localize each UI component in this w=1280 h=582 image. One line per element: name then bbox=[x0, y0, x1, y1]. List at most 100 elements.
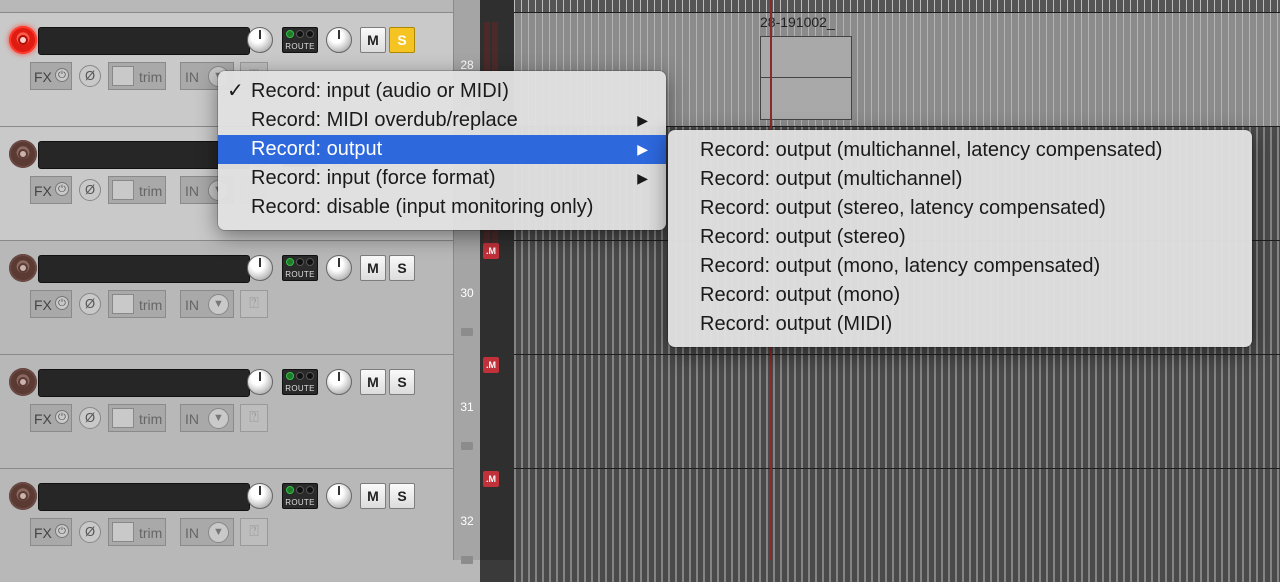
solo-button[interactable]: S bbox=[389, 369, 415, 395]
fx-button[interactable]: FX ⏻ bbox=[30, 290, 72, 318]
trim-label: trim bbox=[139, 411, 163, 427]
fx-bypass-icon[interactable]: ⏻ bbox=[55, 296, 69, 310]
record-arm-button[interactable] bbox=[9, 368, 37, 396]
envelope-icon bbox=[112, 294, 134, 314]
fx-chain-icon[interactable]: ⍰ bbox=[240, 404, 268, 432]
record-arm-button[interactable] bbox=[9, 140, 37, 168]
menu-item-record-mode[interactable]: Record: disable (input monitoring only) bbox=[218, 193, 666, 222]
phase-invert-icon[interactable]: Ø bbox=[79, 407, 101, 429]
fx-label: FX bbox=[34, 69, 52, 85]
fx-chain-icon[interactable]: ⍰ bbox=[240, 518, 268, 546]
track-name-field[interactable] bbox=[38, 483, 250, 511]
pan-knob[interactable] bbox=[326, 27, 352, 53]
track-31[interactable]: ROUTE M S FX ⏻ Øtrim IN ▼ ⍰ bbox=[0, 354, 480, 468]
folder-icon[interactable] bbox=[461, 328, 473, 336]
route-label: ROUTE bbox=[285, 42, 315, 51]
pan-knob[interactable] bbox=[326, 483, 352, 509]
pan-knob[interactable] bbox=[326, 255, 352, 281]
menu-item-record-output[interactable]: Record: output (multichannel) bbox=[668, 165, 1252, 194]
mute-button[interactable]: M bbox=[360, 255, 386, 281]
fx-bypass-icon[interactable]: ⏻ bbox=[55, 410, 69, 424]
route-button[interactable]: ROUTE bbox=[282, 483, 318, 509]
track-30[interactable]: ROUTE M S FX ⏻ Øtrim IN ▼ ⍰ bbox=[0, 240, 480, 354]
track-name-field[interactable] bbox=[38, 369, 250, 397]
fx-bypass-icon[interactable]: ⏻ bbox=[55, 524, 69, 538]
fx-bypass-icon[interactable]: ⏻ bbox=[55, 182, 69, 196]
record-arm-button[interactable] bbox=[9, 482, 37, 510]
menu-item-record-mode[interactable]: Record: output ▶ bbox=[218, 135, 666, 164]
fx-button[interactable]: FX ⏻ bbox=[30, 62, 72, 90]
media-badge: .M bbox=[483, 243, 499, 259]
track-number: 31 bbox=[460, 400, 474, 414]
fx-chain-icon[interactable]: ⍰ bbox=[240, 290, 268, 318]
fx-button[interactable]: FX ⏻ bbox=[30, 176, 72, 204]
menu-item-label: Record: output (stereo, latency compensa… bbox=[700, 197, 1106, 219]
phase-invert-icon[interactable]: Ø bbox=[79, 65, 101, 87]
menu-item-record-mode[interactable]: Record: input (force format) ▶ bbox=[218, 164, 666, 193]
route-button[interactable]: ROUTE bbox=[282, 255, 318, 281]
record-arm-button[interactable] bbox=[9, 26, 37, 54]
fx-button[interactable]: FX ⏻ bbox=[30, 404, 72, 432]
input-button[interactable]: IN ▼ bbox=[180, 518, 234, 546]
envelope-trim-button[interactable]: trim bbox=[108, 518, 166, 546]
solo-button[interactable]: S bbox=[389, 255, 415, 281]
menu-item-record-mode[interactable]: ✓ Record: input (audio or MIDI) bbox=[218, 77, 666, 106]
menu-item-record-output[interactable]: Record: output (MIDI) bbox=[668, 310, 1252, 339]
menu-item-label: Record: output (MIDI) bbox=[700, 313, 893, 335]
pan-knob[interactable] bbox=[326, 369, 352, 395]
menu-item-record-output[interactable]: Record: output (mono, latency compensate… bbox=[668, 252, 1252, 281]
solo-button[interactable]: S bbox=[389, 27, 415, 53]
phase-invert-icon[interactable]: Ø bbox=[79, 179, 101, 201]
envelope-icon bbox=[112, 180, 134, 200]
phase-invert-icon[interactable]: Ø bbox=[79, 521, 101, 543]
volume-knob[interactable] bbox=[247, 255, 273, 281]
track-name-field[interactable] bbox=[38, 27, 250, 55]
route-dot bbox=[296, 486, 304, 494]
fx-button[interactable]: FX ⏻ bbox=[30, 518, 72, 546]
record-arm-button[interactable] bbox=[9, 254, 37, 282]
track-name-field[interactable] bbox=[38, 255, 250, 283]
mute-button[interactable]: M bbox=[360, 27, 386, 53]
input-label: IN bbox=[185, 297, 199, 313]
monitor-icon[interactable]: ▼ bbox=[208, 294, 229, 315]
menu-item-record-output[interactable]: Record: output (mono) bbox=[668, 281, 1252, 310]
route-button[interactable]: ROUTE bbox=[282, 27, 318, 53]
input-button[interactable]: IN ▼ bbox=[180, 290, 234, 318]
volume-knob[interactable] bbox=[247, 27, 273, 53]
menu-item-record-output[interactable]: Record: output (stereo, latency compensa… bbox=[668, 194, 1252, 223]
menu-item-record-mode[interactable]: Record: MIDI overdub/replace ▶ bbox=[218, 106, 666, 135]
monitor-icon[interactable]: ▼ bbox=[208, 408, 229, 429]
route-dot bbox=[296, 372, 304, 380]
fx-label: FX bbox=[34, 183, 52, 199]
solo-button[interactable]: S bbox=[389, 483, 415, 509]
folder-icon[interactable] bbox=[461, 556, 473, 564]
envelope-trim-button[interactable]: trim bbox=[108, 62, 166, 90]
trim-label: trim bbox=[139, 183, 163, 199]
monitor-icon[interactable]: ▼ bbox=[208, 522, 229, 543]
envelope-trim-button[interactable]: trim bbox=[108, 290, 166, 318]
folder-icon[interactable] bbox=[461, 442, 473, 450]
volume-knob[interactable] bbox=[247, 483, 273, 509]
menu-item-label: Record: output bbox=[251, 138, 383, 160]
route-dot bbox=[286, 372, 294, 380]
volume-knob[interactable] bbox=[247, 369, 273, 395]
phase-invert-icon[interactable]: Ø bbox=[79, 293, 101, 315]
record-mode-menu: ✓ Record: input (audio or MIDI) Record: MI… bbox=[218, 71, 666, 230]
submenu-arrow-icon: ▶ bbox=[637, 170, 648, 186]
route-dot bbox=[296, 30, 304, 38]
media-item[interactable] bbox=[760, 36, 852, 120]
submenu-arrow-icon: ▶ bbox=[637, 141, 648, 157]
envelope-trim-button[interactable]: trim bbox=[108, 404, 166, 432]
timeline-strip[interactable] bbox=[514, 0, 1280, 12]
track-32[interactable]: ROUTE M S FX ⏻ Øtrim IN ▼ ⍰ bbox=[0, 468, 480, 582]
lane-track-31[interactable] bbox=[514, 354, 1280, 468]
lane-track-32[interactable] bbox=[514, 468, 1280, 582]
mute-button[interactable]: M bbox=[360, 483, 386, 509]
menu-item-record-output[interactable]: Record: output (stereo) bbox=[668, 223, 1252, 252]
envelope-trim-button[interactable]: trim bbox=[108, 176, 166, 204]
route-button[interactable]: ROUTE bbox=[282, 369, 318, 395]
fx-bypass-icon[interactable]: ⏻ bbox=[55, 68, 69, 82]
input-button[interactable]: IN ▼ bbox=[180, 404, 234, 432]
menu-item-record-output[interactable]: Record: output (multichannel, latency co… bbox=[668, 136, 1252, 165]
mute-button[interactable]: M bbox=[360, 369, 386, 395]
